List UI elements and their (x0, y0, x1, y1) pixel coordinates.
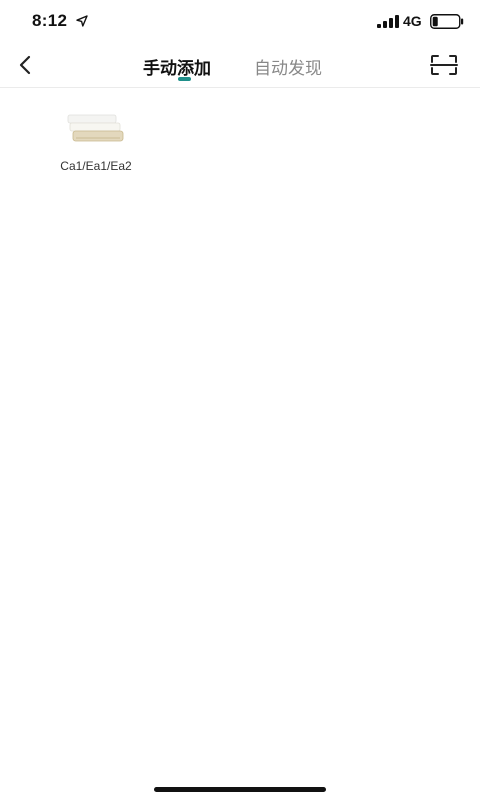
location-arrow-icon (76, 15, 88, 27)
chevron-left-icon (19, 55, 31, 75)
status-time: 8:12 (32, 11, 68, 30)
battery-icon (430, 14, 464, 29)
back-button[interactable] (10, 50, 40, 80)
signal-bars-icon (377, 15, 399, 28)
home-indicator[interactable] (154, 787, 326, 792)
tab-manual-add[interactable]: 手动添加 (143, 54, 211, 79)
nav-header: 手动添加 自动发现 (0, 44, 480, 88)
tab-auto-discover[interactable]: 自动发现 (254, 54, 322, 79)
active-tab-indicator (178, 77, 191, 81)
air-conditioner-unit-icon (67, 114, 124, 142)
device-item[interactable]: Ca1/Ea1/Ea2 (44, 100, 148, 180)
device-label: Ca1/Ea1/Ea2 (60, 159, 132, 173)
scan-button[interactable] (428, 51, 460, 79)
status-bar: 8:12 4G (0, 0, 480, 44)
network-label: 4G (403, 13, 422, 29)
scan-frame-icon (430, 55, 458, 75)
